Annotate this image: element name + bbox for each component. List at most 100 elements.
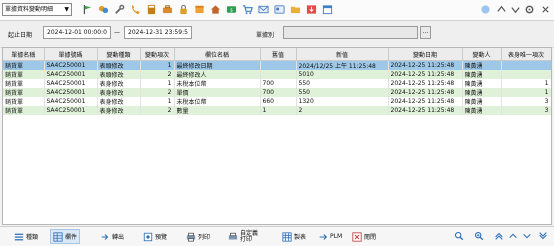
table-row[interactable]: 銷貨單 SA4C250001 表身修改 2 數量 1 2 2024-12-25 … [3, 106, 551, 115]
fields-button[interactable]: 欄件 [50, 229, 81, 244]
cell-doc-no: SA4C250001 [44, 79, 98, 88]
home-icon[interactable] [210, 4, 221, 15]
mail-icon[interactable] [258, 4, 269, 15]
prev-page-icon[interactable] [508, 231, 518, 241]
cell-change-type: 表身修改 [97, 88, 141, 97]
cell-doc-no: SA4C250001 [44, 106, 98, 115]
list-icon [14, 233, 24, 240]
col-date[interactable]: 變動日期 [388, 48, 463, 61]
cell-old [260, 60, 297, 70]
end-date-value: 2024-12-31 23:59:5 [128, 29, 188, 36]
next-page-icon[interactable] [522, 231, 532, 241]
close-window-button[interactable]: 閱閉 [352, 229, 376, 244]
cell-new: 550 [296, 88, 389, 97]
card-icon[interactable] [274, 4, 285, 15]
print-button[interactable]: 列印 [186, 229, 210, 244]
module-select[interactable]: 單據資料變動明細 ▼ [2, 3, 72, 16]
cell-user: 陳黃湧 [462, 106, 502, 115]
briefcase-icon[interactable] [162, 4, 173, 15]
table-row[interactable]: 銷貨單 SA4C250001 表身修改 1 未稅本位幣 700 550 2024… [3, 79, 551, 88]
cell-old: 700 [260, 79, 297, 88]
lock-icon[interactable] [178, 4, 189, 15]
plm-button[interactable]: PLM [318, 229, 342, 244]
end-date-field[interactable]: 2024-12-31 23:59:5 [124, 26, 192, 39]
start-date-field[interactable]: 2024-12-01 00:00:0 [43, 26, 111, 39]
wrench-icon[interactable] [114, 4, 125, 15]
cell-date: 2024-12-25 11:25:48 [388, 106, 463, 115]
report-label: 製表 [294, 234, 307, 241]
export-button[interactable]: 轉出 [100, 229, 124, 244]
change-log-table: 單據名稱 單據號碼 變動種類 變動項次 欄位名稱 舊值 新值 變動日期 變動人 … [3, 48, 551, 115]
green-flag-icon[interactable] [82, 4, 93, 15]
table-row[interactable]: 銷貨單 SA4C250001 表頭修改 2 最終修改人 5010 2024-12… [3, 70, 551, 79]
doc-type-picker-button[interactable]: ... [420, 26, 431, 39]
plm-icon [319, 233, 328, 240]
cell-seq: 1 [140, 60, 175, 70]
export-label: 轉出 [112, 234, 125, 241]
cell-doc-name: 銷貨單 [3, 106, 45, 115]
doc-type-field[interactable] [283, 26, 418, 39]
cell-doc-name: 銷貨單 [3, 60, 45, 70]
filter-bar: 起止日期 2024-12-01 00:00:0 — 2024-12-31 23:… [0, 21, 554, 48]
chat-bubbles-icon[interactable] [98, 4, 109, 15]
phone-icon[interactable] [130, 4, 141, 15]
col-doc-no[interactable]: 單據號碼 [44, 48, 98, 61]
cart-icon[interactable] [242, 4, 253, 15]
up-icon[interactable] [496, 4, 507, 15]
doc-type-label: 單據別 [256, 32, 275, 39]
settings-icon[interactable] [524, 4, 535, 15]
zoom-in-icon[interactable] [474, 231, 484, 241]
cell-date: 2024-12-25 11:25:48 [388, 79, 463, 88]
cell-user: 陳黃湧 [462, 60, 502, 70]
svg-text:$: $ [230, 7, 233, 13]
cell-doc-name: 銷貨單 [3, 88, 45, 97]
cell-seq: 1 [140, 79, 175, 88]
cell-line: 3 [501, 97, 551, 106]
report-button[interactable]: 製表 [282, 229, 306, 244]
down-icon[interactable] [510, 4, 521, 15]
cell-new: 5010 [296, 70, 389, 79]
table-row[interactable]: 銷貨單 SA4C250001 表身修改 2 單價 700 550 2024-12… [3, 88, 551, 97]
category-button[interactable]: 種類 [14, 229, 38, 244]
col-seq[interactable]: 變動項次 [140, 48, 175, 61]
download-icon[interactable] [306, 4, 317, 15]
folder-icon[interactable] [290, 4, 301, 15]
close-icon[interactable] [540, 4, 551, 15]
cell-user: 陳黃湧 [462, 97, 502, 106]
cell-user: 陳黃湧 [462, 79, 502, 88]
chat-icon[interactable] [480, 4, 491, 15]
calendar-icon[interactable] [322, 4, 333, 15]
cell-field: 數量 [174, 106, 261, 115]
close-window-label: 閱閉 [364, 234, 377, 241]
cell-seq: 2 [140, 88, 175, 97]
col-user[interactable]: 變動人 [462, 48, 502, 61]
col-change-type[interactable]: 變動種類 [97, 48, 141, 61]
last-page-icon[interactable] [538, 231, 548, 241]
table-row[interactable]: 銷貨單 SA4C250001 表頭修改 1 最終修改日期 2024/12/25 … [3, 60, 551, 70]
cell-line: 3 [501, 106, 551, 115]
module-select-value: 單據資料變動明細 [5, 6, 54, 13]
date-separator: — [114, 29, 120, 36]
custom-print-button[interactable]: 自定義 打印 [228, 229, 260, 244]
cell-field: 未稅本位幣 [174, 97, 261, 106]
export-icon [101, 233, 109, 240]
cell-new: 550 [296, 79, 389, 88]
preview-button[interactable]: 預覽 [143, 229, 167, 244]
table-icon [282, 231, 292, 242]
col-doc-name[interactable]: 單據名稱 [3, 48, 45, 61]
print-icon [186, 232, 196, 242]
preview-icon [143, 232, 153, 241]
col-field[interactable]: 欄位名稱 [174, 48, 261, 61]
search-icon[interactable] [454, 231, 464, 241]
calculator-icon[interactable] [146, 4, 157, 15]
cell-line: 1 [501, 88, 551, 97]
table-row[interactable]: 銷貨單 SA4C250001 表身修改 1 未稅本位幣 660 1320 202… [3, 97, 551, 106]
cell-field: 最終修改日期 [174, 60, 261, 70]
col-new[interactable]: 新值 [296, 48, 389, 61]
orange-box-icon[interactable] [194, 4, 205, 15]
money-card-icon[interactable]: $ [226, 4, 237, 15]
cell-change-type: 表身修改 [97, 106, 141, 115]
col-old[interactable]: 舊值 [260, 48, 297, 61]
first-page-icon[interactable] [494, 231, 504, 241]
col-line[interactable]: 表身唯一項次 [501, 48, 551, 61]
